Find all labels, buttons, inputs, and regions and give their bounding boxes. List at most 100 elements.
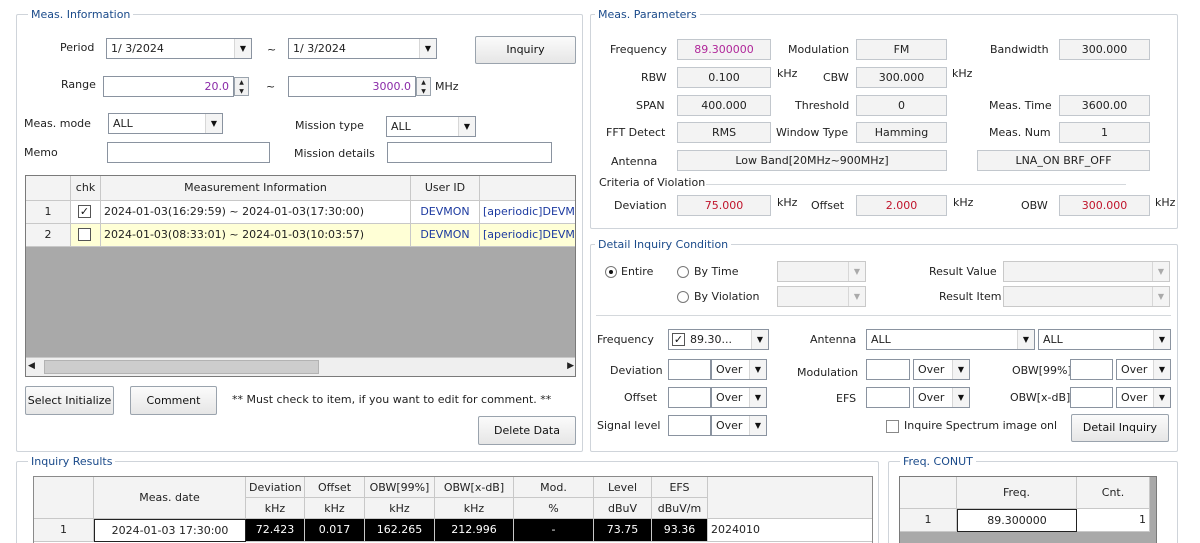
chevron-down-icon[interactable]: ▼ [1017,330,1034,349]
chevron-down-icon[interactable]: ▼ [458,117,475,136]
results-row-date: 2024-01-03 17:30:00 [94,519,246,542]
by-violation-select[interactable]: ▼ [777,286,866,307]
select-initialize-button[interactable]: Select Initialize [25,386,114,415]
obwxdb-filter-label: OBW[x-dB] [1010,391,1071,404]
chevron-down-icon[interactable]: ▼ [848,287,865,306]
row-check-cell[interactable]: ✓ [71,201,101,224]
results-header-level: Level [594,477,652,498]
range-from-spinner[interactable]: ▲ ▼ [234,77,249,96]
measurement-grid[interactable]: chk Measurement Information User ID 1 ✓ … [25,175,576,377]
entire-label[interactable]: Entire [621,262,653,282]
grid-horizontal-scrollbar[interactable]: ◀ ▶ [26,357,575,376]
by-time-label[interactable]: By Time [694,262,738,282]
efs-filter-input[interactable] [866,387,910,408]
chevron-down-icon[interactable]: ▼ [1153,360,1170,379]
inquire-spectrum-label[interactable]: Inquire Spectrum image onl [904,416,1057,436]
chevron-down-icon[interactable]: ▼ [205,114,222,133]
period-to-select[interactable]: 1/ 3/2024 ▼ [288,38,437,59]
range-label: Range [61,78,96,91]
period-to-value: 1/ 3/2024 [293,42,346,55]
row-extra: [aperiodic]DEVM [480,201,575,224]
offset-over-select[interactable]: Over ▼ [711,387,767,408]
mission-type-select[interactable]: ALL ▼ [386,116,476,137]
chevron-down-icon[interactable]: ▼ [749,388,766,407]
over-value: Over [716,363,743,376]
obwxdb-filter-input[interactable] [1070,387,1113,408]
chevron-down-icon[interactable]: ▼ [952,388,969,407]
result-item-select[interactable]: ▼ [1003,286,1170,307]
entire-radio[interactable] [605,266,617,278]
detail-inquiry-button[interactable]: Detail Inquiry [1071,414,1169,442]
inquiry-button[interactable]: Inquiry [475,36,576,64]
comment-button[interactable]: Comment [130,386,217,415]
chevron-down-icon[interactable]: ▼ [749,416,766,435]
meas-time-value: 3600.00 [1059,95,1150,116]
results-row-mod: - [514,519,594,542]
deviation-over-select[interactable]: Over ▼ [711,359,767,380]
fft-detect-label: FFT Detect [606,126,666,139]
offset-filter-input[interactable] [668,387,711,408]
row-checkbox[interactable] [78,228,91,241]
scroll-right-icon[interactable]: ▶ [567,361,574,371]
fft-detect-value: RMS [677,122,771,143]
range-to-spinner[interactable]: ▲ ▼ [416,77,431,96]
deviation-filter-input[interactable] [668,359,711,380]
range-tilde: ~ [266,80,276,93]
chevron-down-icon[interactable]: ▼ [952,360,969,379]
freq-count-grid[interactable]: Freq. Cnt. 1 89.300000 1 [899,476,1157,543]
signal-level-over-select[interactable]: Over ▼ [711,415,767,436]
by-violation-label[interactable]: By Violation [694,287,760,307]
table-row[interactable]: 1 2024-01-03 17:30:00 72.423 0.017 162.2… [34,519,872,542]
detail-inquiry-title: Detail Inquiry Condition [595,238,732,251]
mission-details-input[interactable] [387,142,552,163]
by-violation-radio[interactable] [677,291,689,303]
chevron-down-icon[interactable]: ▼ [749,360,766,379]
table-row[interactable]: 1 89.300000 1 [900,509,1150,532]
row-checkbox[interactable]: ✓ [78,205,91,218]
chevron-down-icon[interactable]: ▼ [1152,287,1169,306]
memo-input[interactable] [107,142,270,163]
by-time-select[interactable]: ▼ [777,261,866,282]
chevron-down-icon[interactable]: ▼ [419,39,436,58]
obwxdb-over-select[interactable]: Over ▼ [1116,387,1171,408]
row-check-cell[interactable] [71,224,101,247]
row-info: 2024-01-03(16:29:59) ~ 2024-01-03(17:30:… [101,201,411,224]
scroll-left-icon[interactable]: ◀ [28,361,35,371]
scrollbar-thumb[interactable] [44,360,319,374]
delete-data-button[interactable]: Delete Data [478,416,576,445]
frequency-label: Frequency [610,43,667,56]
chevron-down-icon[interactable]: ▼ [1153,330,1170,349]
chevron-down-icon[interactable]: ▼ [848,262,865,281]
antenna-filter-select-2[interactable]: ALL ▼ [1038,329,1171,350]
period-from-select[interactable]: 1/ 3/2024 ▼ [106,38,252,59]
over-value: Over [918,363,945,376]
results-grid[interactable]: Meas. date Deviation Offset OBW[99%] OBW… [33,476,873,543]
chevron-down-icon[interactable]: ▼ [1152,262,1169,281]
efs-over-select[interactable]: Over ▼ [913,387,970,408]
by-time-radio[interactable] [677,266,689,278]
range-from-input[interactable]: 20.0 [103,76,234,97]
frequency-filter-select[interactable]: ✓ 89.30... ▼ [668,329,769,350]
frequency-filter-checkbox[interactable]: ✓ [672,333,685,346]
chevron-down-icon[interactable]: ▼ [1153,388,1170,407]
signal-level-input[interactable] [668,415,711,436]
chevron-down-icon[interactable]: ▼ [234,39,251,58]
modulation-filter-label: Modulation [797,366,859,379]
freq-count-title: Freq. CONUT [900,455,976,468]
inquire-spectrum-checkbox[interactable] [886,420,899,433]
range-to-input[interactable]: 3000.0 [288,76,416,97]
table-row[interactable]: 2 2024-01-03(08:33:01) ~ 2024-01-03(10:0… [26,224,575,247]
result-value-select[interactable]: ▼ [1003,261,1170,282]
modulation-filter-input[interactable] [866,359,910,380]
meas-mode-select[interactable]: ALL ▼ [108,113,223,134]
obw-unit: kHz [1155,196,1176,209]
antenna-filter-value: ALL [871,333,891,346]
modulation-over-select[interactable]: Over ▼ [913,359,970,380]
obw99-over-select[interactable]: Over ▼ [1116,359,1171,380]
period-from-value: 1/ 3/2024 [111,42,164,55]
span-label: SPAN [636,99,665,112]
table-row[interactable]: 1 ✓ 2024-01-03(16:29:59) ~ 2024-01-03(17… [26,201,575,224]
chevron-down-icon[interactable]: ▼ [751,330,768,349]
antenna-filter-select[interactable]: ALL ▼ [866,329,1035,350]
obw99-filter-input[interactable] [1070,359,1113,380]
